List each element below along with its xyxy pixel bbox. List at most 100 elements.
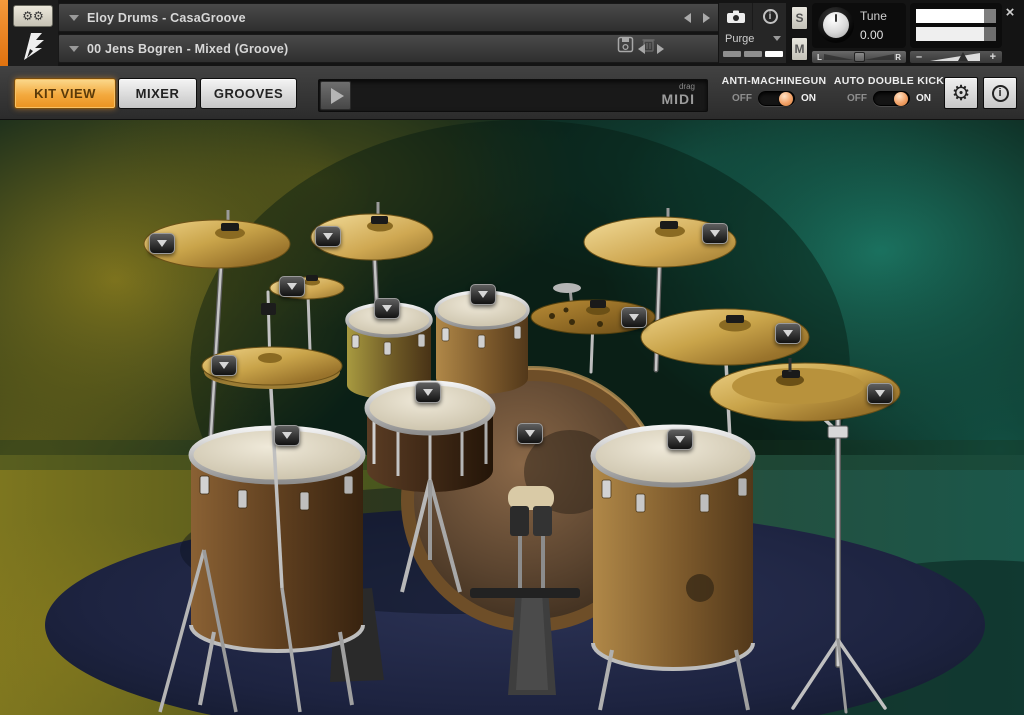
bogren-lightning-logo [20, 31, 48, 66]
snapshot-camera-button[interactable] [719, 3, 753, 30]
kit-marker-crash-right[interactable] [702, 223, 728, 244]
next-patch-icon[interactable] [657, 44, 664, 54]
save-icon[interactable] [617, 36, 634, 58]
prev-instrument-icon[interactable] [684, 13, 691, 23]
chevron-down-icon [773, 36, 781, 41]
close-button[interactable]: × [1001, 4, 1019, 22]
off-label: OFF [847, 93, 867, 104]
triangle-down-icon [287, 283, 297, 290]
patch-title: 00 Jens Bogren - Mixed (Groove) [87, 42, 288, 56]
kit-marker-tom-1[interactable] [374, 298, 400, 319]
info-button[interactable]: i [983, 77, 1017, 109]
chevron-down-icon[interactable] [69, 15, 79, 21]
triangle-down-icon [675, 436, 685, 443]
anti-machinegun-label: ANTI-MACHINEGUN [722, 75, 827, 87]
anti-machinegun-toggle[interactable] [758, 91, 795, 106]
snapshot-panel: i Purge [718, 3, 786, 63]
kit-marker-splash[interactable] [279, 276, 305, 297]
volume-thumb[interactable] [958, 52, 968, 61]
tab-mixer[interactable]: MIXER [118, 78, 197, 109]
header-bar: ⚙⚙ Eloy Drums - CasaGroove 00 Jens Bogre… [0, 0, 1024, 66]
triangle-down-icon [423, 389, 433, 396]
toolbar: KIT VIEW MIXER GROOVES drag MIDI ANTI-MA… [0, 66, 1024, 120]
triangle-down-icon [525, 430, 535, 437]
volume-slider[interactable]: – + [910, 51, 1002, 63]
kit-marker-floor-tom-right[interactable] [667, 429, 693, 450]
volume-plus-label: + [990, 52, 996, 63]
logo-block: ⚙⚙ [8, 0, 58, 66]
tune-label: Tune [860, 9, 887, 23]
instrument-header-row[interactable]: Eloy Drums - CasaGroove [58, 3, 786, 32]
tab-kit-view[interactable]: KIT VIEW [14, 78, 116, 109]
triangle-down-icon [478, 291, 488, 298]
tune-knob[interactable] [818, 7, 854, 43]
auto-double-kick-toggle[interactable] [873, 91, 910, 106]
kit-marker-china[interactable] [867, 383, 893, 404]
output-level-meter [910, 3, 1002, 48]
kit-marker-ride[interactable] [775, 323, 801, 344]
info-icon: i [763, 9, 778, 24]
groove-player-strip: drag MIDI [318, 79, 708, 112]
delete-icon[interactable] [641, 36, 656, 58]
instrument-options-button[interactable]: ⚙⚙ [13, 5, 53, 27]
gear-icon: ⚙ [952, 83, 971, 104]
solo-button[interactable]: S [791, 6, 808, 30]
kit-marker-hihat[interactable] [211, 355, 237, 376]
resource-meters [719, 51, 787, 61]
triangle-down-icon [875, 390, 885, 397]
on-label: ON [916, 93, 931, 104]
tune-panel: Tune 0.00 [812, 3, 906, 48]
settings-button[interactable]: ⚙ [944, 77, 978, 109]
pan-left-label: L [817, 53, 822, 62]
play-icon [331, 88, 344, 104]
auto-double-kick-control: AUTO DOUBLE KICK OFF ON [832, 75, 946, 106]
off-label: OFF [732, 93, 752, 104]
rack-tom-2[interactable] [436, 292, 528, 394]
chevron-down-icon[interactable] [69, 46, 79, 52]
level-meter-left [916, 9, 996, 23]
tune-value: 0.00 [860, 28, 883, 42]
camera-icon [726, 10, 746, 24]
kit-marker-kick[interactable] [517, 423, 543, 444]
patch-header-row[interactable]: 00 Jens Bogren - Mixed (Groove) [58, 34, 786, 63]
next-instrument-icon[interactable] [703, 13, 710, 23]
triangle-down-icon [710, 230, 720, 237]
kit-marker-snare[interactable] [415, 382, 441, 403]
purge-label: Purge [725, 33, 754, 45]
plugin-window: ⚙⚙ Eloy Drums - CasaGroove 00 Jens Bogre… [0, 0, 1024, 715]
instrument-nav-arrows [684, 13, 710, 23]
drum-kit-illustration [0, 120, 1024, 715]
tab-grooves[interactable]: GROOVES [200, 78, 297, 109]
triangle-down-icon [219, 362, 229, 369]
triangle-down-icon [629, 314, 639, 321]
meter-bar [723, 51, 741, 57]
pan-right-label: R [895, 53, 901, 62]
kit-marker-crash-left[interactable] [149, 233, 175, 254]
kit-marker-crash-left-2[interactable] [315, 226, 341, 247]
on-label: ON [801, 93, 816, 104]
toggle-knob [779, 92, 793, 106]
instrument-title: Eloy Drums - CasaGroove [87, 11, 246, 25]
meter-bar [765, 51, 783, 57]
meter-bar [744, 51, 762, 57]
triangle-down-icon [282, 432, 292, 439]
info-view-button[interactable]: i [753, 3, 787, 30]
volume-minus-label: – [916, 52, 922, 63]
accent-stripe [0, 0, 8, 66]
triangle-down-icon [323, 233, 333, 240]
triangle-down-icon [783, 330, 793, 337]
mute-button[interactable]: M [791, 37, 808, 61]
drag-midi-badge[interactable]: drag MIDI [661, 83, 695, 108]
triangle-down-icon [382, 305, 392, 312]
kit-marker-tom-2[interactable] [470, 284, 496, 305]
auto-double-kick-label: AUTO DOUBLE KICK [834, 75, 944, 87]
kit-view-scene [0, 120, 1024, 715]
purge-menu[interactable]: Purge [719, 31, 787, 46]
pan-thumb[interactable] [854, 52, 865, 62]
play-button[interactable] [320, 81, 351, 110]
triangle-down-icon [157, 240, 167, 247]
kit-marker-floor-tom-left[interactable] [274, 425, 300, 446]
toggle-knob [894, 92, 908, 106]
kit-marker-stack[interactable] [621, 307, 647, 328]
pan-slider[interactable]: L R [812, 51, 906, 63]
